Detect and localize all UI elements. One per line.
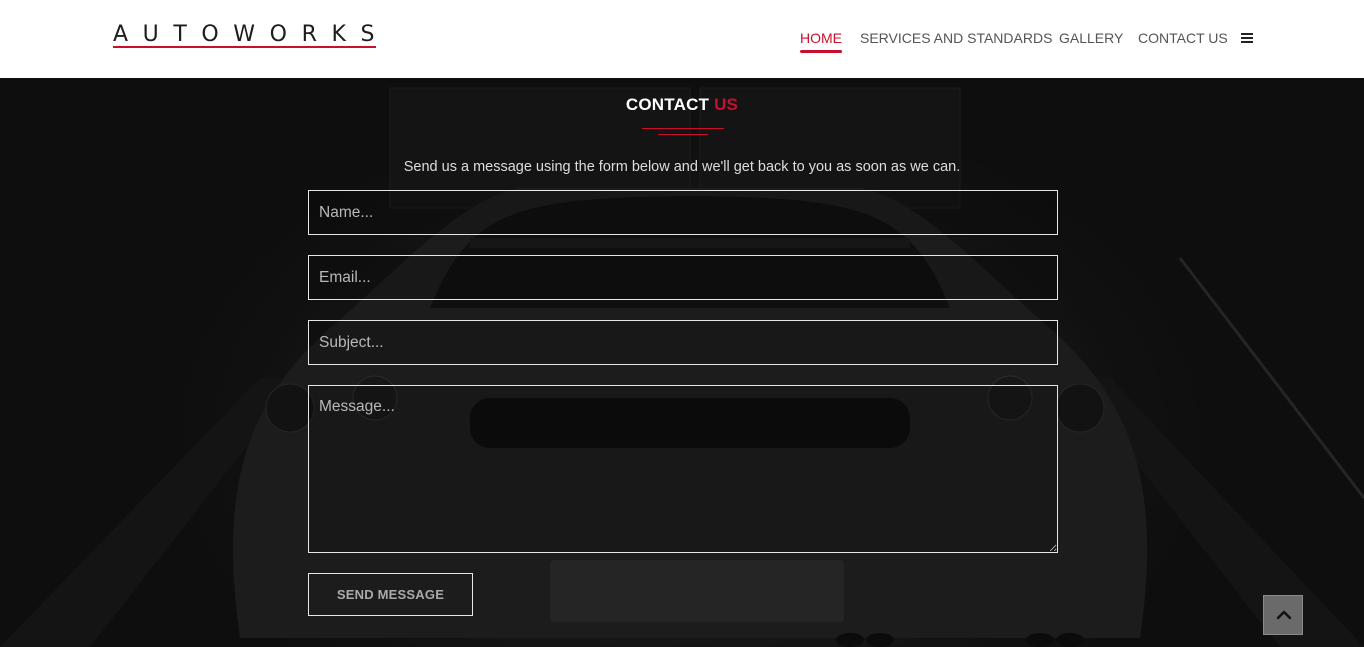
contact-title-main: CONTACT	[625, 95, 710, 114]
nav-services[interactable]: SERVICES AND STANDARDS	[860, 30, 1052, 46]
subject-input[interactable]	[308, 320, 1058, 365]
hamburger-icon[interactable]	[1241, 33, 1253, 43]
logo-text: AUTOWORKS	[113, 22, 390, 47]
message-textarea[interactable]	[308, 385, 1058, 553]
contact-title: CONTACT US	[0, 95, 1364, 115]
name-input[interactable]	[308, 190, 1058, 235]
contact-title-accent: US	[714, 95, 739, 114]
site-header: AUTOWORKS HOME SERVICES AND STANDARDS GA…	[0, 0, 1364, 78]
nav-gallery-label: GALLERY	[1059, 30, 1124, 46]
contact-intro-text: Send us a message using the form below a…	[403, 159, 961, 175]
title-decoration	[642, 128, 724, 136]
nav-active-underline	[800, 50, 842, 53]
nav-contact-label: CONTACT US	[1138, 30, 1228, 46]
nav-services-label: SERVICES AND STANDARDS	[860, 30, 1053, 46]
nav-gallery[interactable]: GALLERY	[1059, 30, 1123, 46]
logo-underline	[113, 46, 376, 48]
nav-contact[interactable]: CONTACT US	[1138, 30, 1228, 46]
nav-home[interactable]: HOME	[800, 30, 842, 53]
email-input[interactable]	[308, 255, 1058, 300]
chevron-up-icon	[1276, 610, 1292, 620]
scroll-to-top-button[interactable]	[1263, 595, 1303, 635]
autoworks-logo[interactable]: AUTOWORKS	[113, 24, 376, 50]
nav-home-label: HOME	[800, 30, 842, 46]
send-message-button[interactable]: SEND MESSAGE	[308, 573, 473, 616]
